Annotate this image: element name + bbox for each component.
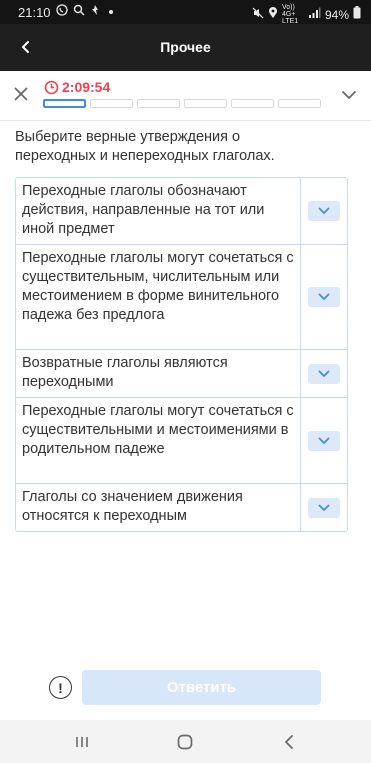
help-symbol: !: [58, 679, 63, 696]
chevron-down-icon: [318, 504, 330, 511]
status-bar: 21:10 Vo)) 4G+ LTE1 94%: [0, 0, 371, 25]
chevron-down-icon: [318, 293, 330, 300]
progress-segment[interactable]: [137, 99, 180, 108]
battery-icon: [353, 6, 361, 23]
chevron-down-icon: [318, 207, 330, 214]
status-time: 21:10: [18, 4, 51, 20]
dropdown-button[interactable]: [308, 287, 340, 307]
option-row: Возвратные глаголы являются переходными: [16, 350, 347, 398]
option-text: Переходные глаголы могут сочетаться с су…: [22, 403, 294, 457]
option-text: Глаголы со значением движения относятся …: [22, 489, 243, 524]
progress-segment[interactable]: [43, 99, 86, 108]
option-text: Переходные глаголы могут сочетаться с су…: [22, 250, 294, 323]
option-row: Переходные глаголы могут сочетаться с су…: [16, 398, 347, 484]
clock-icon: [44, 80, 59, 95]
progress-segment[interactable]: [90, 99, 133, 108]
question-text: Выберите верные утверждения о переходных…: [15, 129, 275, 164]
chevron-down-icon[interactable]: [341, 87, 357, 103]
progress-segment[interactable]: [184, 99, 227, 108]
option-dropdown[interactable]: [300, 178, 347, 244]
help-icon[interactable]: !: [49, 676, 72, 699]
timer-value: 2:09:54: [62, 79, 111, 95]
dropdown-button[interactable]: [308, 201, 340, 221]
dropdown-button[interactable]: [308, 430, 340, 451]
option-dropdown[interactable]: [300, 398, 347, 483]
chevron-down-icon: [318, 370, 330, 377]
back-icon[interactable]: [276, 729, 302, 755]
dropdown-button[interactable]: [308, 497, 340, 518]
quiz-header: 2:09:54: [0, 71, 371, 121]
viber-icon: [55, 4, 68, 20]
option-row: Переходные глаголы обозначают действия, …: [16, 178, 347, 245]
close-icon[interactable]: [10, 83, 32, 105]
recent-apps-icon[interactable]: [69, 729, 95, 755]
option-text: Переходные глаголы обозначают действия, …: [22, 183, 265, 237]
option-dropdown[interactable]: [300, 350, 347, 397]
option-row: Глаголы со значением движения относятся …: [16, 484, 347, 531]
option-dropdown[interactable]: [300, 484, 347, 531]
submit-button[interactable]: Ответить: [82, 670, 321, 705]
mute-icon: [252, 7, 264, 23]
progress-segment[interactable]: [231, 99, 274, 108]
home-icon[interactable]: [172, 729, 198, 755]
timer: 2:09:54: [44, 79, 110, 95]
search-icon: [73, 4, 85, 20]
option-dropdown[interactable]: [300, 245, 347, 349]
dot-icon: [108, 10, 113, 14]
progress-indicator: [43, 99, 321, 108]
chevron-down-icon: [318, 437, 330, 444]
options-list: Переходные глаголы обозначают действия, …: [15, 177, 348, 532]
network-label: Vo)) 4G+ LTE1: [281, 4, 299, 25]
page-title: Прочее: [160, 39, 211, 55]
notification-icon: [90, 4, 100, 20]
app-bar: Прочее: [0, 24, 371, 71]
option-text: Возвратные глаголы являются переходными: [22, 355, 228, 390]
progress-segment[interactable]: [278, 99, 321, 108]
signal-icon: [308, 7, 321, 23]
system-nav-bar: [0, 720, 371, 763]
location-icon: [268, 6, 278, 23]
battery-percent: 94%: [324, 7, 349, 22]
option-row: Переходные глаголы могут сочетаться с су…: [16, 245, 347, 350]
dropdown-button[interactable]: [308, 363, 340, 384]
